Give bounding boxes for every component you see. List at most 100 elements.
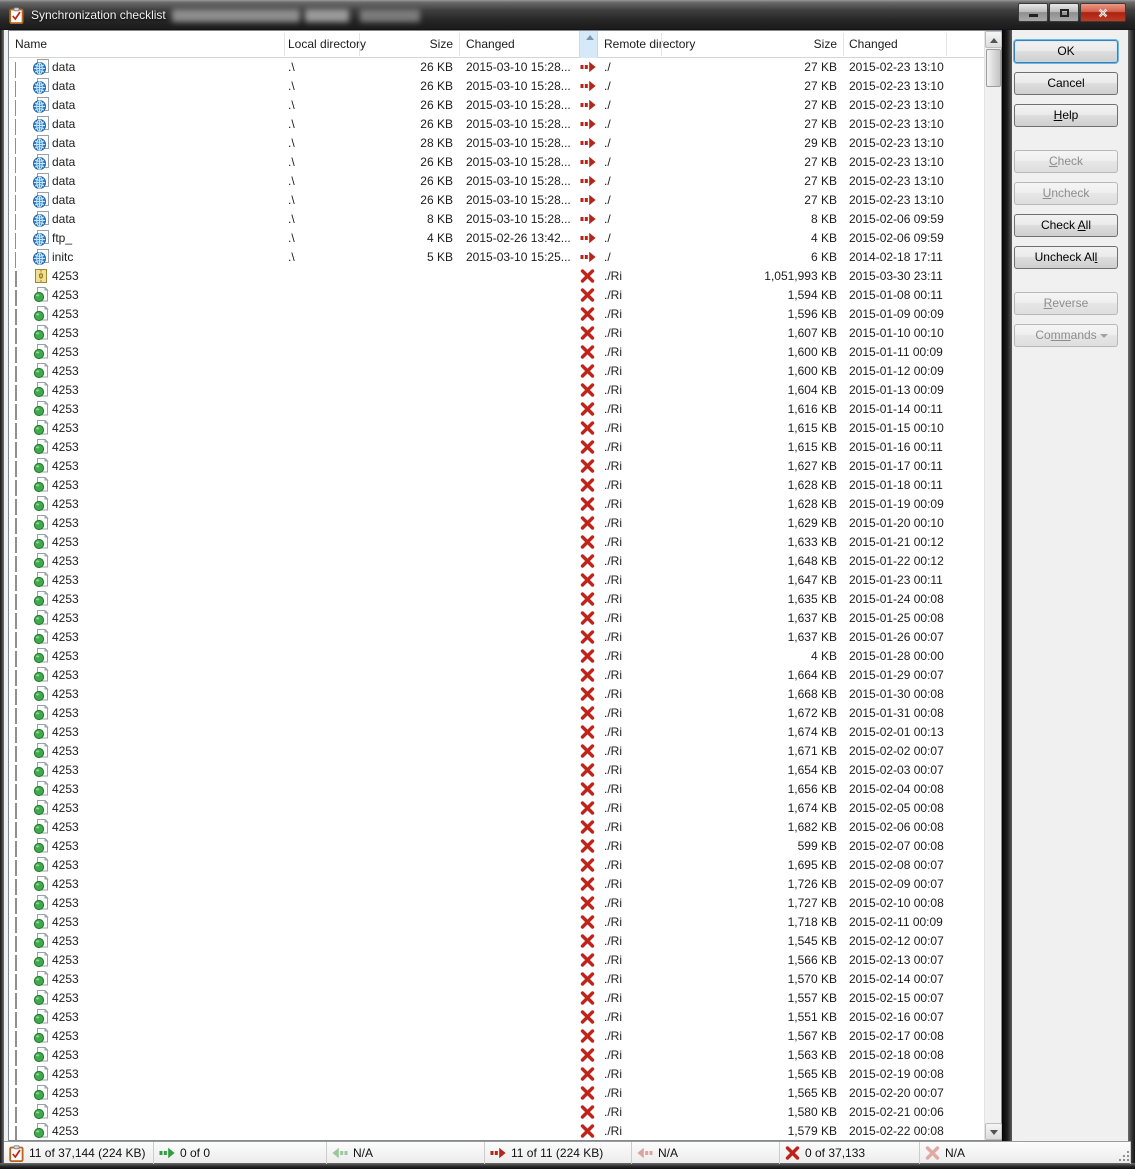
table-row[interactable]: 4253 ./Ri1,570 KB2015-02-14 00:07 [9,970,984,989]
local-size [365,1103,453,1122]
help-button[interactable]: Help [1014,104,1118,127]
column-header-name[interactable]: Name [15,31,47,58]
table-row[interactable]: 4253 ./Ri1,580 KB2015-02-21 00:06 [9,1103,984,1122]
table-row[interactable]: 4253 ./Ri1,600 KB2015-01-11 00:09 [9,343,984,362]
table-row[interactable]: 4253 ./Ri1,648 KB2015-01-22 00:12 [9,552,984,571]
table-row[interactable]: 4253 ./Ri1,545 KB2015-02-12 00:07 [9,932,984,951]
table-row[interactable]: 4253 ./Ri1,674 KB2015-02-01 00:13 [9,723,984,742]
scroll-down-button[interactable] [985,1123,1002,1140]
local-directory: .\ [288,153,368,172]
local-directory: .\ [288,210,368,229]
table-row[interactable]: 4253 ./Ri1,628 KB2015-01-19 00:09 [9,495,984,514]
column-header-local-directory[interactable]: Local directory [288,31,366,58]
local-size: 26 KB [365,115,453,134]
table-row[interactable]: 4253 ./Ri1,656 KB2015-02-04 00:08 [9,780,984,799]
table-row[interactable]: 4253 ./Ri1,628 KB2015-01-18 00:11 [9,476,984,495]
maximize-button[interactable] [1049,3,1079,22]
table-row[interactable]: 4253 ./Ri1,565 KB2015-02-20 00:07 [9,1084,984,1103]
table-row[interactable]: 4253 ./Ri1,637 KB2015-01-25 00:08 [9,609,984,628]
titlebar[interactable]: Synchronization checklist [0,0,1135,30]
table-row[interactable]: 4253 ./Ri1,607 KB2015-01-10 00:10 [9,324,984,343]
table-row[interactable]: 4253 ./Ri1,566 KB2015-02-13 00:07 [9,951,984,970]
table-row[interactable]: 4253 ./Ri1,633 KB2015-01-21 00:12 [9,533,984,552]
check-all-button[interactable]: Check All [1014,214,1118,237]
table-row[interactable]: 4253 ./Ri1,668 KB2015-01-30 00:08 [9,685,984,704]
table-row[interactable]: 4253 ./Ri599 KB2015-02-07 00:08 [9,837,984,856]
table-row[interactable]: 4253 ./Ri1,637 KB2015-01-26 00:07 [9,628,984,647]
remote-directory: ./Ri [604,799,666,818]
uncheck-all-button[interactable]: Uncheck All [1014,246,1118,269]
column-header-local-size[interactable]: Size [365,31,453,58]
table-row[interactable]: 4253 ./Ri1,565 KB2015-02-19 00:08 [9,1065,984,1084]
local-size [365,267,453,286]
local-directory [288,609,368,628]
table-row[interactable]: 4253 ./Ri1,567 KB2015-02-17 00:08 [9,1027,984,1046]
table-row[interactable]: 4253 ./Ri1,629 KB2015-01-20 00:10 [9,514,984,533]
cancel-button[interactable]: Cancel [1014,72,1118,95]
table-row[interactable]: initc.\5 KB2015-03-10 15:25... ./6 KB201… [9,248,984,267]
table-row[interactable]: 4253 ./Ri1,671 KB2015-02-02 00:07 [9,742,984,761]
remote-size: 29 KB [667,134,837,153]
delete-x-icon [580,326,596,341]
table-row[interactable]: 4253 ./Ri1,600 KB2015-01-12 00:09 [9,362,984,381]
table-row[interactable]: 4253 ./Ri1,615 KB2015-01-16 00:11 [9,438,984,457]
table-row[interactable]: 4253 ./Ri1,727 KB2015-02-10 00:08 [9,894,984,913]
table-row[interactable]: 4253 ./Ri1,557 KB2015-02-15 00:07 [9,989,984,1008]
minimize-button[interactable] [1018,3,1048,22]
remote-size: 6 KB [667,248,837,267]
table-row[interactable]: 4253 ./Ri1,579 KB2015-02-22 00:08 [9,1122,984,1141]
table-row[interactable]: 4253 ./Ri1,615 KB2015-01-15 00:10 [9,419,984,438]
column-header-remote-size[interactable]: Size [667,31,837,58]
column-header-action-sorted[interactable] [579,31,598,58]
table-row[interactable]: 4253 ./Ri1,674 KB2015-02-05 00:08 [9,799,984,818]
green-file-icon [33,686,49,702]
vertical-scrollbar[interactable] [984,31,1001,1140]
table-row[interactable]: 4253 ./Ri1,726 KB2015-02-09 00:07 [9,875,984,894]
local-changed [466,457,578,476]
file-name: 4253 [52,628,82,647]
table-row[interactable]: 4253 ./Ri1,635 KB2015-01-24 00:08 [9,590,984,609]
table-row[interactable]: data.\26 KB2015-03-10 15:28... ./27 KB20… [9,58,984,77]
table-row[interactable]: 4253 ./Ri1,551 KB2015-02-16 00:07 [9,1008,984,1027]
delete-x-icon [580,478,596,493]
column-header-local-changed[interactable]: Changed [466,31,515,58]
table-row[interactable]: data.\26 KB2015-03-10 15:28... ./27 KB20… [9,115,984,134]
table-row[interactable]: 4253 ./Ri1,594 KB2015-01-08 00:11 [9,286,984,305]
table-row[interactable]: ftp_.\4 KB2015-02-26 13:42... ./4 KB2015… [9,229,984,248]
file-name: 4253 [52,913,82,932]
column-header-remote-changed[interactable]: Changed [849,31,898,58]
table-row[interactable]: 4253 ./Ri1,647 KB2015-01-23 00:11 [9,571,984,590]
table-row[interactable]: 4253 ./Ri1,672 KB2015-01-31 00:08 [9,704,984,723]
sync-right-arrow-icon [580,117,596,132]
table-row[interactable]: 4253 ./Ri1,718 KB2015-02-11 00:09 [9,913,984,932]
table-row[interactable]: 4253 ./Ri1,664 KB2015-01-29 00:07 [9,666,984,685]
resize-grip[interactable] [1117,1149,1129,1161]
table-row[interactable]: data.\26 KB2015-03-10 15:28... ./27 KB20… [9,172,984,191]
table-row[interactable]: data.\26 KB2015-03-10 15:28... ./27 KB20… [9,153,984,172]
table-row[interactable]: 4253 ./Ri1,596 KB2015-01-09 00:09 [9,305,984,324]
table-row[interactable]: 4253 ./Ri1,627 KB2015-01-17 00:11 [9,457,984,476]
table-row[interactable]: 4253 ./Ri1,051,993 KB2015-03-30 23:11 [9,267,984,286]
close-button[interactable] [1080,3,1126,22]
file-name: 4253 [52,723,82,742]
scrollbar-thumb[interactable] [986,49,1001,87]
table-row[interactable]: data.\26 KB2015-03-10 15:28... ./27 KB20… [9,96,984,115]
table-row[interactable]: 4253 ./Ri1,563 KB2015-02-18 00:08 [9,1046,984,1065]
minimize-icon [1029,14,1038,17]
table-row[interactable]: 4253 ./Ri4 KB2015-01-28 00:00 [9,647,984,666]
table-row[interactable]: data.\28 KB2015-03-10 15:28... ./29 KB20… [9,134,984,153]
remote-file-icon [33,116,49,132]
table-row[interactable]: 4253 ./Ri1,604 KB2015-01-13 00:09 [9,381,984,400]
table-row[interactable]: data.\8 KB2015-03-10 15:28... ./8 KB2015… [9,210,984,229]
table-row[interactable]: 4253 ./Ri1,695 KB2015-02-08 00:07 [9,856,984,875]
scroll-up-button[interactable] [985,31,1002,48]
table-row[interactable]: 4253 ./Ri1,654 KB2015-02-03 00:07 [9,761,984,780]
table-row[interactable]: 4253 ./Ri1,616 KB2015-01-14 00:11 [9,400,984,419]
ok-button[interactable]: OK [1014,40,1118,63]
table-row[interactable]: data.\26 KB2015-03-10 15:28... ./27 KB20… [9,77,984,96]
table-row[interactable]: data.\26 KB2015-03-10 15:28... ./27 KB20… [9,191,984,210]
local-size [365,761,453,780]
remote-size: 1,565 KB [667,1084,837,1103]
table-row[interactable]: 4253 ./Ri1,682 KB2015-02-06 00:08 [9,818,984,837]
remote-directory: ./Ri [604,970,666,989]
